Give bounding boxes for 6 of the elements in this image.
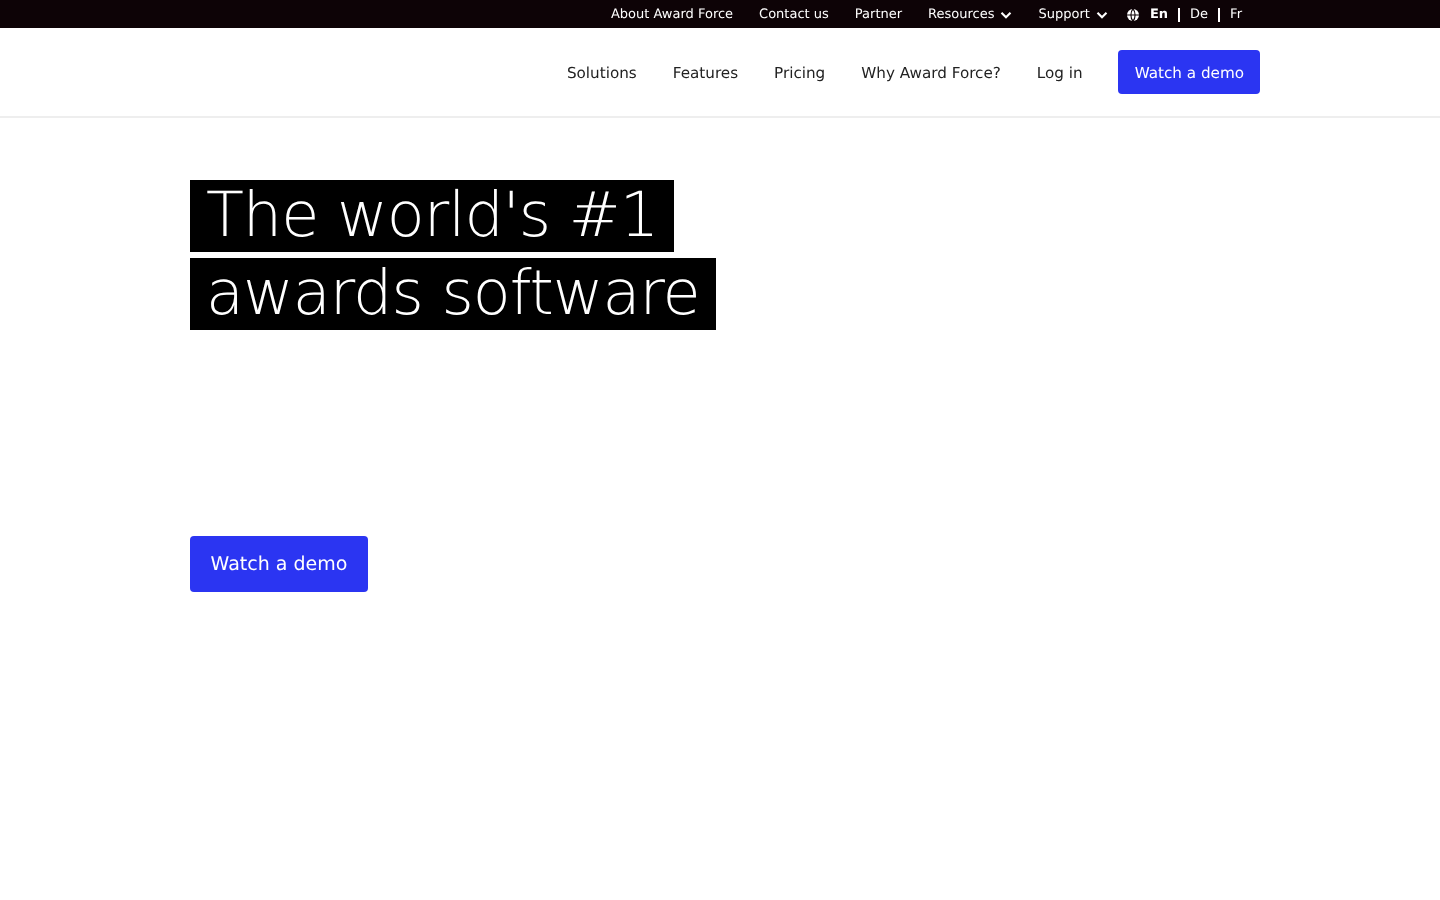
chevron-down-icon [1095,9,1108,19]
globe-icon [1125,7,1140,21]
demo-button[interactable]: Watch a demo [190,536,368,592]
headline: awards software [190,258,716,330]
chevron-down-icon [1000,9,1013,19]
headline: The world's #1 [190,180,675,252]
